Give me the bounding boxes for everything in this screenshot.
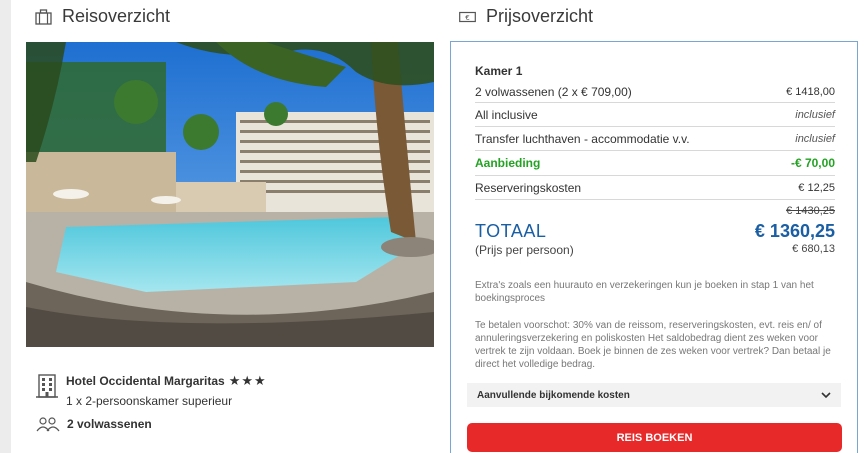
extra-costs-label: Aanvullende bijkomende kosten	[477, 389, 630, 401]
left-edge-strip	[0, 0, 11, 453]
hotel-name: Hotel Occidental Margaritas	[66, 374, 225, 388]
svg-text:€: €	[465, 14, 469, 22]
price-line-label: 2 volwassenen (2 x € 709,00)	[475, 84, 632, 99]
star-rating-icon: ★★★	[228, 373, 267, 388]
price-line-discount: Aanbieding -€ 70,00	[475, 151, 835, 176]
price-line-label: Transfer luchthaven - accommodatie v.v.	[475, 131, 690, 146]
room-type: 1 x 2-persoonskamer superieur	[66, 394, 233, 408]
suitcase-icon	[35, 8, 52, 25]
guests-info: 2 volwassenen	[36, 416, 152, 432]
chevron-down-icon	[821, 391, 831, 398]
total-block: € 1430,25 TOTAAL € 1360,25 (Prijs per pe…	[475, 205, 835, 257]
per-person-amount: € 680,13	[792, 243, 835, 255]
price-summary-card: Kamer 1 2 volwassenen (2 x € 709,00) € 1…	[450, 41, 858, 453]
old-total-price: € 1430,25	[786, 205, 835, 217]
hotel-pool-photo	[26, 42, 434, 347]
room-label: Kamer 1	[475, 64, 523, 78]
per-person-label: (Prijs per persoon)	[475, 243, 574, 257]
payment-note: Te betalen voorschot: 30% van de reissom…	[475, 320, 831, 370]
guests-count: 2 volwassenen	[67, 417, 152, 431]
total-label: TOTAAL	[475, 221, 547, 241]
trip-overview-header: Reisoverzicht	[35, 6, 170, 27]
price-overview-header: € Prijsoverzicht	[459, 6, 593, 27]
price-line-label: Reserveringskosten	[475, 180, 582, 195]
total-amount: € 1360,25	[754, 221, 835, 241]
hotel-info: Hotel Occidental Margaritas ★★★ 1 x 2-per…	[36, 372, 267, 408]
building-icon	[36, 374, 58, 398]
price-line-value: -€ 70,00	[790, 156, 835, 170]
price-line-label: Aanbieding	[475, 156, 541, 170]
price-line-value: € 12,25	[798, 181, 835, 194]
price-line-label: All inclusive	[475, 107, 538, 122]
price-line-value: € 1418,00	[786, 85, 835, 98]
price-overview-title: Prijsoverzicht	[486, 6, 594, 26]
price-line-booking-fee: Reserveringskosten € 12,25	[475, 176, 835, 200]
price-line-value: inclusief	[795, 132, 835, 145]
extras-note: Extra's zoals een huurauto en verzekerin…	[475, 280, 814, 304]
banknote-icon: €	[459, 11, 476, 22]
price-line-all-inclusive: All inclusive inclusief	[475, 103, 835, 127]
people-icon	[36, 417, 60, 432]
price-line-value: inclusief	[795, 108, 835, 121]
book-trip-button[interactable]: REIS BOEKEN	[467, 423, 842, 452]
trip-overview-title: Reisoverzicht	[62, 6, 171, 26]
price-line-transfer: Transfer luchthaven - accommodatie v.v. …	[475, 127, 835, 151]
price-lines: Kamer 1 2 volwassenen (2 x € 709,00) € 1…	[475, 64, 835, 200]
price-line-adults: 2 volwassenen (2 x € 709,00) € 1418,00	[475, 81, 835, 103]
extra-costs-toggle[interactable]: Aanvullende bijkomende kosten	[467, 383, 841, 407]
